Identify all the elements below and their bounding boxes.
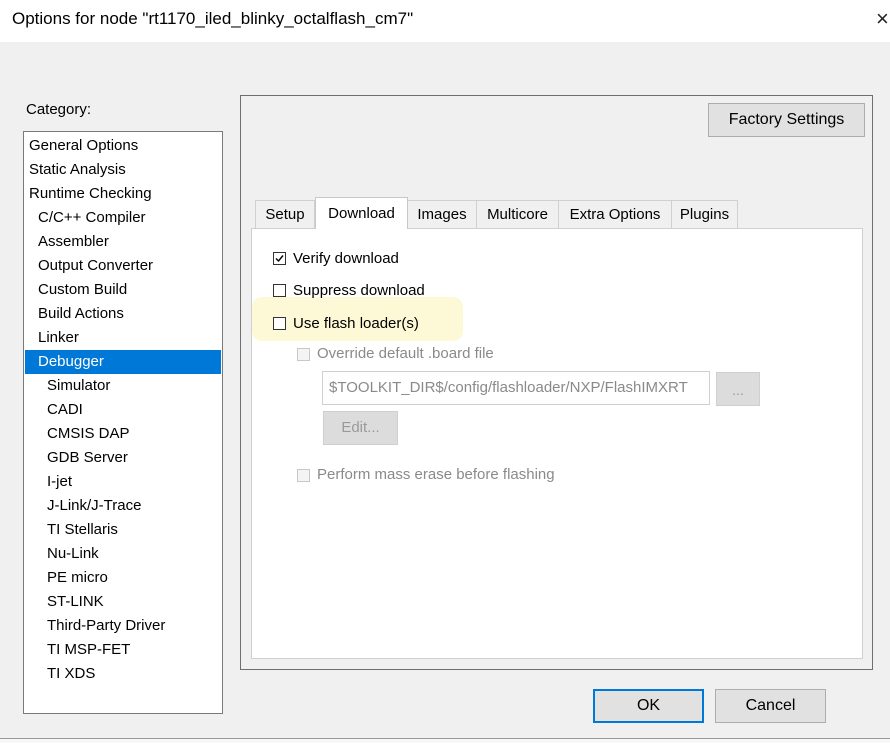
category-item-ti-stellaris[interactable]: TI Stellaris [25, 518, 221, 542]
category-item-st-link[interactable]: ST-LINK [25, 590, 221, 614]
category-item-ti-msp-fet[interactable]: TI MSP-FET [25, 638, 221, 662]
category-item-third-party-driver[interactable]: Third-Party Driver [25, 614, 221, 638]
override-board-file-checkbox[interactable] [297, 348, 310, 361]
use-flash-loader-label[interactable]: Use flash loader(s) [293, 315, 419, 332]
title-bar: Options for node "rt1170_iled_blinky_oct… [0, 0, 890, 42]
category-label: Category: [26, 101, 92, 118]
mass-erase-label[interactable]: Perform mass erase before flashing [317, 466, 555, 483]
window-title: Options for node "rt1170_iled_blinky_oct… [12, 9, 414, 28]
verify-download-label[interactable]: Verify download [293, 250, 399, 267]
tab-plugins[interactable]: Plugins [671, 200, 738, 228]
checkmark-icon [275, 255, 284, 263]
tab-multicore[interactable]: Multicore [476, 200, 559, 228]
close-icon[interactable]: × [876, 4, 890, 34]
category-item-nu-link[interactable]: Nu-Link [25, 542, 221, 566]
category-item-output-converter[interactable]: Output Converter [25, 254, 221, 278]
window-bottom-edge [0, 738, 890, 743]
category-item-simulator[interactable]: Simulator [25, 374, 221, 398]
category-item-debugger[interactable]: Debugger [25, 350, 221, 374]
suppress-download-checkbox[interactable] [273, 284, 286, 297]
use-flash-loader-checkbox[interactable] [273, 317, 286, 330]
category-item-cmsis-dap[interactable]: CMSIS DAP [25, 422, 221, 446]
category-list[interactable]: General Options Static Analysis Runtime Ch… [23, 131, 223, 714]
tab-images[interactable]: Images [407, 200, 477, 228]
browse-button[interactable]: ... [716, 372, 760, 406]
category-item-c-c-compiler[interactable]: C/C++ Compiler [25, 206, 221, 230]
suppress-download-label[interactable]: Suppress download [293, 282, 425, 299]
category-item-linker[interactable]: Linker [25, 326, 221, 350]
tab-extra-options[interactable]: Extra Options [558, 200, 672, 228]
category-item-runtime-checking[interactable]: Runtime Checking [25, 182, 221, 206]
category-item-custom-build[interactable]: Custom Build [25, 278, 221, 302]
category-item-build-actions[interactable]: Build Actions [25, 302, 221, 326]
tab-setup[interactable]: Setup [255, 200, 315, 228]
ok-button[interactable]: OK [593, 689, 704, 723]
category-item-general-options[interactable]: General Options [25, 134, 221, 158]
mass-erase-checkbox[interactable] [297, 469, 310, 482]
tab-download[interactable]: Download [315, 197, 408, 229]
override-board-file-label[interactable]: Override default .board file [317, 345, 494, 362]
cancel-button[interactable]: Cancel [715, 689, 826, 723]
category-item-cadi[interactable]: CADI [25, 398, 221, 422]
category-item-i-jet[interactable]: I-jet [25, 470, 221, 494]
category-item-assembler[interactable]: Assembler [25, 230, 221, 254]
category-item-j-link-j-trace[interactable]: J-Link/J-Trace [25, 494, 221, 518]
category-item-static-analysis[interactable]: Static Analysis [25, 158, 221, 182]
category-item-pe-micro[interactable]: PE micro [25, 566, 221, 590]
edit-button[interactable]: Edit... [323, 411, 398, 445]
board-file-path-field[interactable]: $TOOLKIT_DIR$/config/flashloader/NXP/Fla… [322, 371, 710, 405]
category-item-ti-xds[interactable]: TI XDS [25, 662, 221, 686]
factory-settings-button[interactable]: Factory Settings [708, 103, 865, 137]
verify-download-checkbox[interactable] [273, 252, 286, 265]
category-item-gdb-server[interactable]: GDB Server [25, 446, 221, 470]
